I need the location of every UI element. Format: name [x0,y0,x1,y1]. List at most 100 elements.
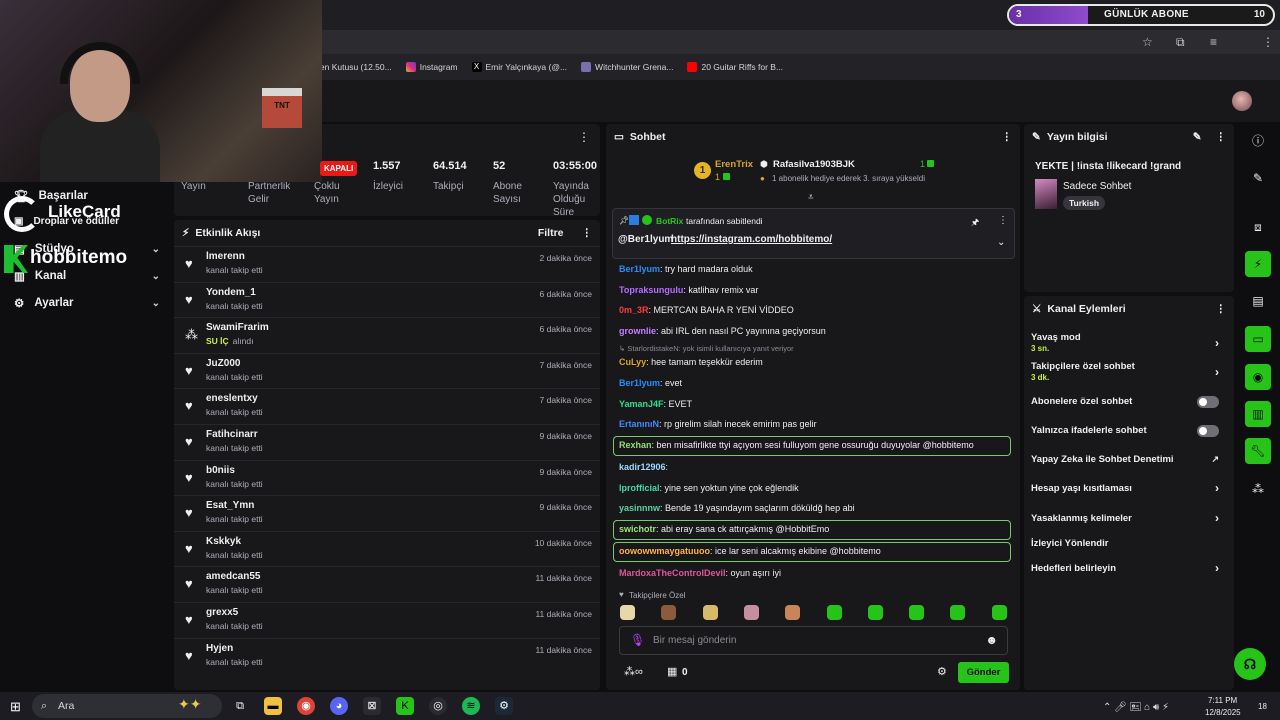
chat-username[interactable]: Ber1lyum [619,264,660,274]
chat-message[interactable]: Topraksungulu: katlihav remix var [619,285,758,295]
server-icon[interactable]: ▥ [1245,401,1271,427]
activity-row[interactable]: ⁂ SwamiFrarim SU İÇ alındı 6 dakika önce [174,317,600,353]
stat-uptime[interactable]: 03:55:00 Yayında Olduğu Süre [553,160,599,219]
avatar[interactable] [1232,91,1252,111]
system-tray-icons[interactable]: ⌃ 🎤︎ 🖭︎ ⌂ 🔊︎ ⚡︎ [1103,700,1169,717]
more-menu-icon[interactable]: ⋮ [1262,35,1274,49]
help-headset-button[interactable]: ☊ [1234,648,1266,680]
chat-message[interactable]: YamanJ4F: EVET [619,399,692,409]
chat-message[interactable]: 0m_3R: MERTCAN BAHA R YENİ VİDDEO [619,305,794,315]
chat-message[interactable]: Rexhan: ben misafirlikte ttyi açıyom ses… [619,440,974,450]
chat-message[interactable]: Ber1lyum: evet [619,378,682,388]
stat-subscribers[interactable]: 52 Abone Sayısı [493,160,533,206]
gear-icon[interactable]: ⚙ [937,665,947,678]
stat-followers[interactable]: 64.514 Takipçi [433,160,467,193]
chat-message[interactable]: kadir12906: [619,462,668,472]
activity-row[interactable]: ♥ grexx5 kanalı takip etti 11 dakika önce [174,602,600,638]
emote-button[interactable] [991,605,1007,620]
activity-username[interactable]: lmerenn [206,251,245,262]
chat-username[interactable]: Rexhan [619,440,652,450]
bookmark-mailbox[interactable]: len Kutusu (12.50... [318,62,392,72]
bookmark-witchhunter[interactable]: Witchhunter Grena... [581,62,673,72]
chat-username[interactable]: MardoxaTheControlDevil [619,568,726,578]
star-icon[interactable]: ☆ [1142,35,1153,49]
bookmark-youtube[interactable]: 20 Guitar Riffs for B... [687,62,783,72]
more-options-icon[interactable]: ⋮ [998,215,1008,226]
emoji-icon[interactable]: ☻ [985,633,998,647]
channel-action-item[interactable]: Yavaş mod 3 sn. › [1031,332,1227,353]
activity-username[interactable]: SwamiFrarim [206,322,269,333]
chat-username[interactable]: CuLyy [619,357,646,367]
points-icon[interactable]: ⁂ [1245,476,1271,502]
collapse-arrow-icon[interactable]: ⩡ [808,192,814,203]
more-options-icon[interactable]: ⋮ [1216,131,1227,143]
chat-icon[interactable]: ▭ [1245,326,1271,352]
more-options-icon[interactable]: ⋮ [578,130,590,144]
activity-username[interactable]: grexx5 [206,607,238,618]
notification-badge[interactable]: 18 [1258,702,1267,711]
chat-message[interactable]: Ber1lyum: try hard madara olduk [619,264,753,274]
info-icon[interactable]: ⓘ [1245,128,1271,154]
channel-action-item[interactable]: Hedefleri belirleyin › [1031,561,1227,575]
app-icon[interactable]: ⊠ [363,697,381,715]
pencil-icon[interactable]: ✎ [1245,165,1271,191]
bookmark-x[interactable]: X Emir Yalçınkaya (@... [471,62,567,72]
gifter-name[interactable]: Rafasilva1903BJK [773,159,855,170]
tag-pill[interactable]: Turkish [1063,196,1106,210]
activity-username[interactable]: JuZ000 [206,358,240,369]
chat-username[interactable]: Topraksungulu [619,285,683,295]
wrench-icon[interactable]: 🔧︎ [1245,438,1271,464]
channel-action-item[interactable]: Yalnızca ifadelerle sohbet [1031,425,1227,437]
chat-username[interactable]: yasinnnw [619,503,660,513]
channel-action-item[interactable]: İzleyici Yönlendir [1031,538,1227,549]
document-icon[interactable]: ▤ [1245,288,1271,314]
channel-action-item[interactable]: Hesap yaşı kısıtlaması › [1031,481,1227,495]
more-options-icon[interactable]: ⋮ [1002,131,1013,143]
send-button[interactable]: Gönder [958,662,1009,683]
emote-button[interactable] [785,605,801,620]
mic-icon[interactable]: 🎙︎ [630,633,645,647]
activity-username[interactable]: Yondem_1 [206,287,256,298]
emote-button[interactable] [909,605,925,620]
task-view-icon[interactable]: ⧉ [231,697,249,715]
file-explorer-icon[interactable]: ▬ [264,697,282,715]
chat-message[interactable]: MardoxaTheControlDevil: oyun aşırı iyi [619,568,781,578]
channel-action-item[interactable]: Yapay Zeka ile Sohbet Denetimi ↗ [1031,454,1227,465]
emote-button[interactable] [950,605,966,620]
emote-button[interactable] [620,605,635,620]
activity-username[interactable]: b0niis [206,465,235,476]
activity-row[interactable]: ♥ eneslentxy kanalı takip etti 7 dakika önc… [174,388,600,424]
kick-icon[interactable]: K [396,697,414,715]
toggle-switch[interactable] [1197,396,1219,408]
emote-button[interactable] [743,605,759,620]
chat-message[interactable]: swichotr: abi eray sana ck attırçakmış @… [619,524,829,534]
emote-button[interactable] [826,605,842,620]
chat-message[interactable]: yasinnnw: Bende 19 yaşındayım saçlarım d… [619,503,855,513]
drops-icon[interactable]: ▦ [667,665,677,678]
discord-icon[interactable]: ◕ [330,697,348,715]
edit-icon[interactable]: ✎ [1193,131,1202,143]
activity-row[interactable]: ♥ lmerenn kanalı takip etti 2 dakika önce [174,246,600,282]
chat-username[interactable]: kadir12906 [619,462,666,472]
chat-message[interactable]: grownlie: abi IRL den nasıl PC yayınına … [619,326,826,336]
chat-username[interactable]: oowowwmaygatuuoo [619,546,710,556]
stat-viewers[interactable]: 1.557 İzleyici [373,160,403,193]
toggle-switch[interactable] [1197,425,1219,437]
extensions-icon[interactable]: ⧉ [1176,35,1185,50]
emote-button[interactable] [661,605,677,620]
nav-settings[interactable]: ⚙ Ayarlar ⌄ [14,296,160,310]
obs-icon[interactable]: ◎ [429,697,447,715]
lightning-icon[interactable]: ⚡︎ [1245,251,1271,277]
chat-username[interactable]: ErtanınıN [619,419,659,429]
activity-username[interactable]: Fatihcinarr [206,429,258,440]
more-options-icon[interactable]: ⋮ [582,227,593,239]
bookmark-instagram[interactable]: Instagram [405,62,458,72]
chat-message[interactable]: CuLyy: hee tamam teşekkür ederim [619,357,763,367]
filter-button[interactable]: Filtre [538,227,564,239]
chat-username[interactable]: grownlie [619,326,656,336]
chevron-down-icon[interactable]: ⌄ [997,237,1005,248]
activity-row[interactable]: ♥ amedcan55 kanalı takip etti 11 dakika önc… [174,566,600,602]
more-options-icon[interactable]: ⋮ [1216,303,1227,315]
chrome-icon[interactable]: ◉ [297,697,315,715]
activity-row[interactable]: ♥ Esat_Ymn kanalı takip etti 9 dakika önce [174,495,600,531]
